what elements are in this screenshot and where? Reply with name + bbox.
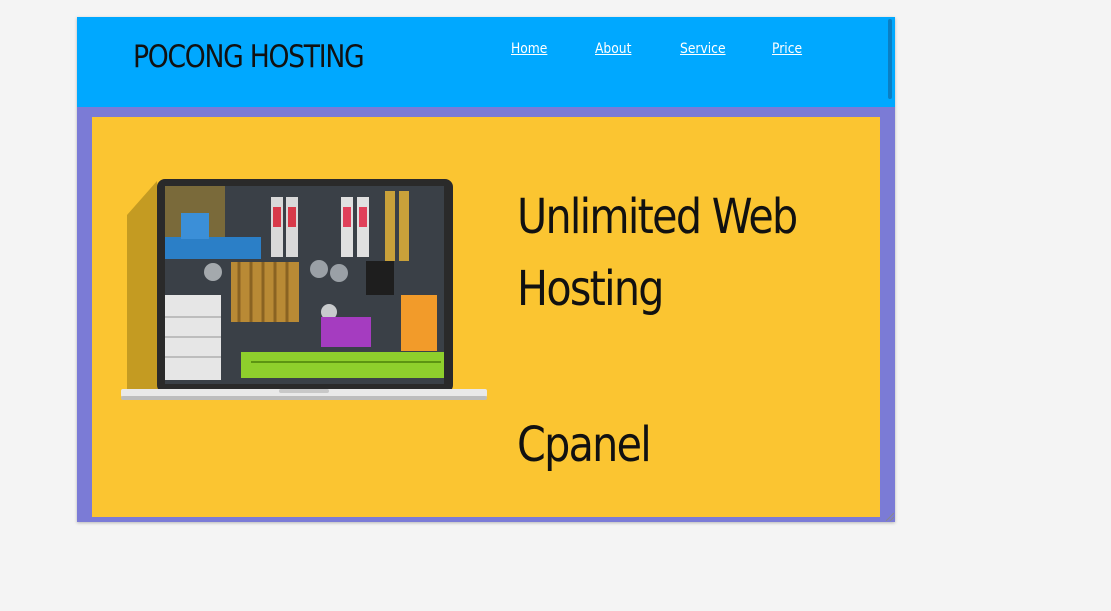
nav-link-home[interactable]: Home — [511, 41, 547, 57]
main-nav: Home About Service Price — [77, 41, 895, 65]
hero-subheadline: Cpanel — [517, 417, 652, 473]
nav-link-price[interactable]: Price — [772, 41, 802, 57]
hero-section: Unlimited Web Hosting Cpanel — [92, 117, 880, 517]
resize-grip-icon[interactable] — [884, 511, 894, 521]
nav-link-about[interactable]: About — [595, 41, 631, 57]
scrollbar-thumb[interactable] — [888, 19, 892, 99]
page-frame: POCONG HOSTING Home About Service Price — [77, 17, 895, 522]
laptop-motherboard-image — [121, 179, 487, 400]
hero-headline: Unlimited Web Hosting — [517, 189, 798, 317]
nav-link-service[interactable]: Service — [680, 41, 726, 57]
site-header: POCONG HOSTING Home About Service Price — [77, 17, 895, 107]
